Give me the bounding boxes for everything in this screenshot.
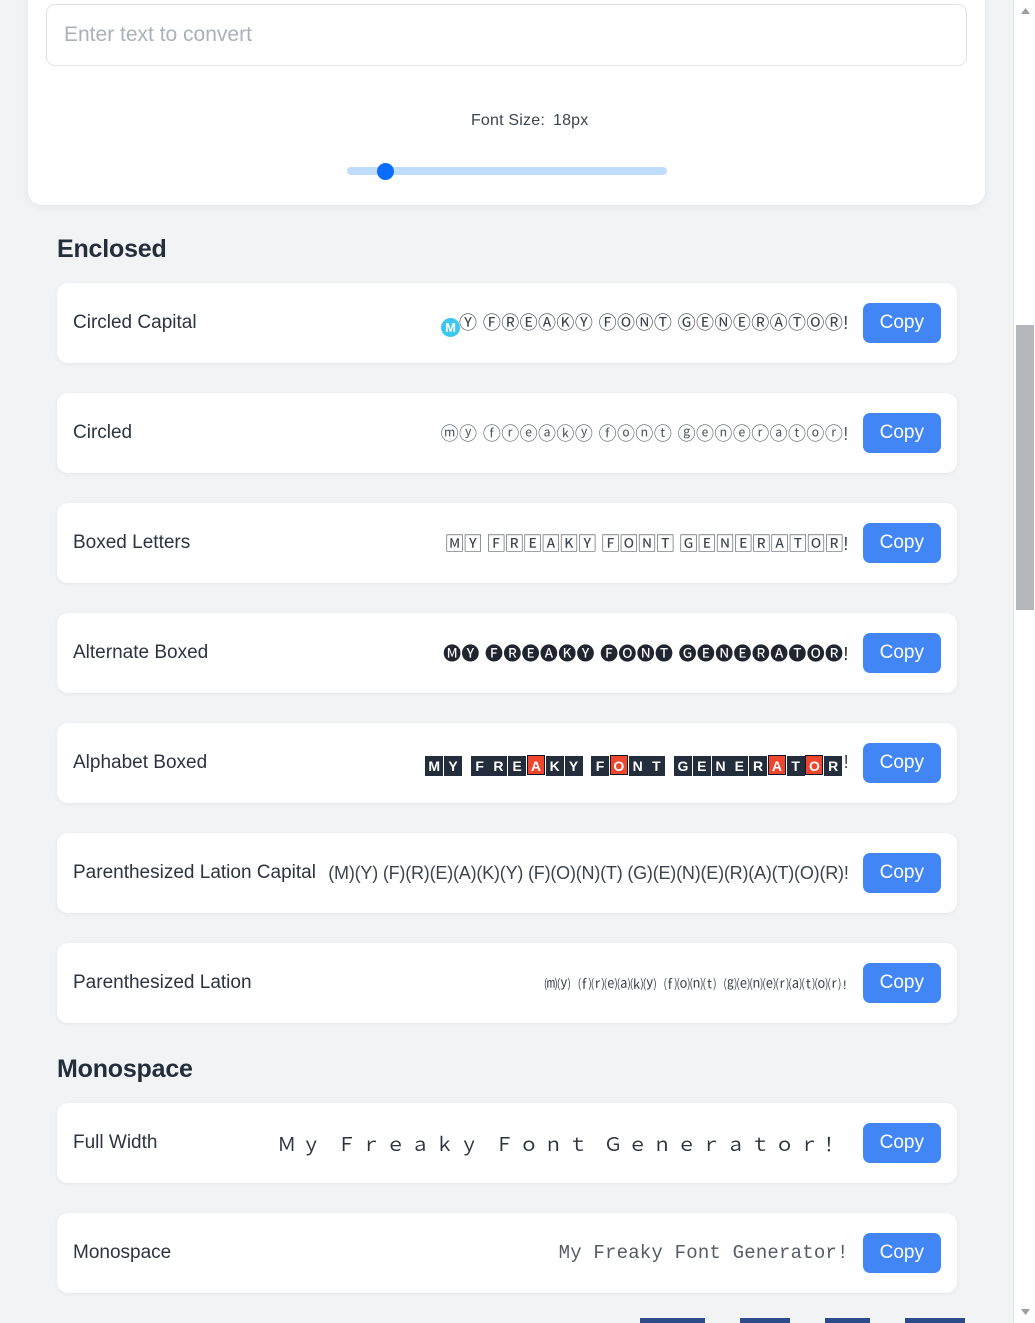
scrollbar-thumb[interactable] — [1016, 325, 1034, 610]
copy-button[interactable]: Copy — [862, 633, 941, 673]
section-title-enclosed: Enclosed — [57, 235, 167, 263]
font-row-boxed-letters[interactable]: Boxed Letters 🄼🅈 🄵🅁🄴🄰🄺🅈 🄵🄾🄽🅃 🄶🄴🄽🄴🅁🄰🅃🄾🅁! … — [57, 503, 957, 583]
font-row-label: Boxed Letters — [73, 532, 191, 553]
chevron-down-icon — [1020, 1309, 1030, 1315]
font-row-full-width[interactable]: Full Width Ｍｙ Ｆｒｅａｋｙ Ｆｏｎｔ Ｇｅｎｅｒａｔｏｒ！ Cop… — [57, 1103, 957, 1183]
section-title-monospace: Monospace — [57, 1055, 193, 1083]
tile-consonant: F — [470, 755, 489, 776]
tile-consonant: R — [749, 755, 768, 776]
font-row-parenthesized-lowercase[interactable]: Parenthesized Lation ⒨⒴ ⒡⒭⒠⒜⒦⒴ ⒡⒪⒩⒯ ⒢⒠⒩⒠… — [57, 943, 957, 1023]
font-size-value: 18px — [552, 112, 589, 129]
font-row-alphabet-boxed[interactable]: Alphabet Boxed M Y F R E A K Y F O N T G E N E R A T O R! Co… — [57, 723, 957, 803]
font-row-circled[interactable]: Circled ⓜⓨ ⓕⓡⓔⓐⓚⓨ ⓕⓞⓝⓣ ⓖⓔⓝⓔⓡⓐⓣⓞⓡ! Copy — [57, 393, 957, 473]
page-root: Font Size: 18px Enclosed Circled Capital … — [0, 0, 1035, 1323]
font-size-slider[interactable] — [346, 161, 667, 181]
scroll-down-arrow-icon[interactable] — [1014, 1301, 1035, 1323]
tile-consonant: N — [628, 755, 647, 776]
slider-thumb[interactable] — [376, 163, 394, 180]
font-row-preview: M Y F R E A K Y F O N T G E N E R A T O R! — [207, 751, 862, 776]
font-row-preview: (M)(Y) (F)(R)(E)(A)(K)(Y) (F)(O)(N)(T) (… — [328, 862, 849, 883]
copy-button[interactable]: Copy — [862, 853, 941, 893]
font-row-label: Monospace — [73, 1242, 172, 1263]
font-row-preview-text: Ⓨ ⒻⓇⒺⒶⓀⓎ ⒻⓄⓃⓉ ⒼⒺⓃⒺⓇⒶⓉⓄⓇ! — [459, 313, 849, 333]
slider-track[interactable] — [346, 167, 667, 175]
tile-space — [666, 751, 673, 771]
font-row-alternate-boxed[interactable]: Alternate Boxed 🅜🅨 🅕🅡🅔🅐🅚🅨 🅕🅞🅝🅣 🅖🅔🅝🅔🅡🅐🅣🅞🅡… — [57, 613, 957, 693]
font-size-label: Font Size: 18px — [425, 94, 589, 148]
chevron-up-icon — [1020, 8, 1030, 14]
tile-space — [463, 751, 470, 771]
tile-consonant: E — [730, 755, 749, 776]
font-row-preview: ⓜⓨ ⓕⓡⓔⓐⓚⓨ ⓕⓞⓝⓣ ⓖⓔⓝⓔⓡⓐⓣⓞⓡ! — [440, 424, 849, 444]
font-row-monospace[interactable]: Monospace My Freaky Font Generator! Copy — [57, 1213, 957, 1293]
font-row-preview: 🅜🅨 🅕🅡🅔🅐🅚🅨 🅕🅞🅝🅣 🅖🅔🅝🅔🅡🅐🅣🅞🅡! — [443, 644, 849, 664]
tile-consonant: F — [591, 755, 610, 776]
copy-button[interactable]: Copy — [862, 523, 941, 563]
font-row-label: Parenthesized Lation Capital — [73, 862, 316, 883]
scroll-up-arrow-icon[interactable] — [1014, 0, 1035, 22]
tile-consonant: R — [489, 755, 508, 776]
tile-consonant: N — [711, 755, 730, 776]
font-row-preview: ⒨⒴ ⒡⒭⒠⒜⒦⒴ ⒡⒪⒩⒯ ⒢⒠⒩⒠⒭⒜⒯⒪⒭! — [544, 977, 849, 993]
tile-consonant: T — [786, 755, 805, 776]
font-row-preview: M Ⓨ ⒻⓇⒺⒶⓀⓎ ⒻⓄⓃⓉ ⒼⒺⓃⒺⓇⒶⓉⓄⓇ! — [197, 309, 863, 337]
tile-consonant: Y — [444, 755, 463, 776]
copy-button[interactable]: Copy — [862, 963, 941, 1003]
font-row-label: Alphabet Boxed — [73, 752, 208, 773]
tile-consonant: T — [647, 755, 666, 776]
tile-trailing-punctuation: ! — [843, 751, 849, 772]
tile-consonant: E — [508, 755, 527, 776]
tile-consonant: R — [824, 755, 843, 776]
tile-vowel: A — [767, 754, 786, 775]
next-row-peek — [0, 1318, 1013, 1323]
font-row-parenthesized-capital[interactable]: Parenthesized Lation Capital (M)(Y) (F)(… — [57, 833, 957, 913]
scroll-viewport[interactable]: Font Size: 18px Enclosed Circled Capital … — [0, 0, 1013, 1323]
tile-consonant: G — [673, 755, 692, 776]
font-row-label: Full Width — [73, 1132, 158, 1153]
convert-text-input[interactable] — [46, 4, 967, 66]
tile-consonant: E — [692, 755, 711, 776]
font-size-label-text: Font Size: — [470, 112, 545, 129]
vertical-scrollbar[interactable] — [1013, 0, 1035, 1323]
tile-space — [583, 751, 590, 771]
font-row-circled-capital[interactable]: Circled Capital M Ⓨ ⒻⓇⒺⒶⓀⓎ ⒻⓄⓃⓉ ⒼⒺⓃⒺⓇⒶⓉⓄⓇ… — [57, 283, 957, 363]
font-row-label: Parenthesized Lation — [73, 972, 252, 993]
font-size-control: Font Size: 18px — [46, 94, 967, 181]
tile-consonant: Y — [564, 755, 583, 776]
font-row-preview: Ｍｙ Ｆｒｅａｋｙ Ｆｏｎｔ Ｇｅｎｅｒａｔｏｒ！ — [277, 1134, 849, 1156]
copy-button[interactable]: Copy — [862, 1233, 941, 1273]
copy-button[interactable]: Copy — [862, 743, 941, 783]
copy-button[interactable]: Copy — [862, 303, 941, 343]
tile-consonant: M — [425, 755, 444, 776]
font-row-label: Circled — [73, 422, 133, 443]
copy-button[interactable]: Copy — [862, 413, 941, 453]
tile-consonant: K — [545, 755, 564, 776]
font-row-preview: My Freaky Font Generator! — [558, 1242, 849, 1264]
font-row-label: Alternate Boxed — [73, 642, 209, 663]
input-card: Font Size: 18px — [28, 0, 985, 205]
copy-button[interactable]: Copy — [862, 1123, 941, 1163]
tile-vowel: O — [805, 754, 824, 775]
font-row-preview: 🄼🅈 🄵🅁🄴🄰🄺🅈 🄵🄾🄽🅃 🄶🄴🄽🄴🅁🄰🅃🄾🅁! — [445, 534, 849, 554]
tile-vowel: O — [609, 754, 628, 775]
circled-m-emoji-icon: M — [441, 318, 461, 337]
tile-vowel: A — [526, 754, 545, 775]
font-row-label: Circled Capital — [73, 312, 197, 333]
